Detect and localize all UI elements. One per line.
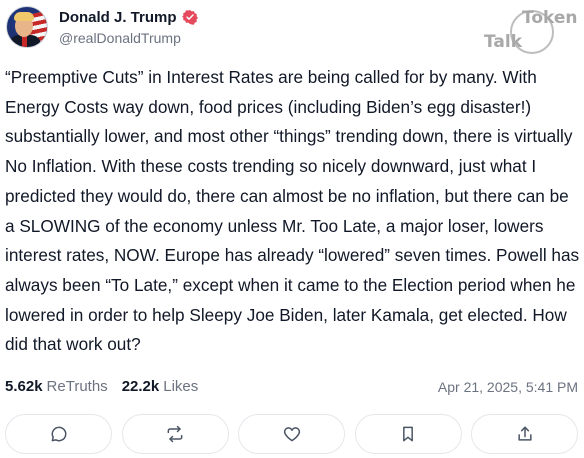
watermark-talk-text: Talk	[484, 32, 523, 52]
author-display-name[interactable]: Donald J. Trump	[59, 9, 177, 26]
heart-icon	[283, 427, 300, 442]
tokentalk-watermark: Token Talk	[482, 8, 580, 56]
author-names: Donald J. Trump @realDonaldTrump	[59, 9, 198, 46]
likes-count[interactable]: 22.2k	[122, 378, 160, 395]
retruths-label[interactable]: ReTruths	[47, 378, 108, 395]
avatar[interactable]	[6, 6, 48, 48]
post-timestamp[interactable]: Apr 21, 2025, 5:41 PM	[438, 379, 578, 395]
watermark-token-text: Token	[522, 8, 578, 28]
reply-button[interactable]	[5, 414, 112, 454]
comment-icon	[51, 426, 66, 442]
post-actions	[5, 414, 578, 454]
bookmark-button[interactable]	[354, 414, 462, 454]
like-button[interactable]	[238, 414, 345, 454]
author-handle[interactable]: @realDonaldTrump	[59, 30, 198, 46]
post-header: Donald J. Trump @realDonaldTrump	[6, 6, 198, 48]
retruths-count[interactable]: 5.62k	[5, 378, 43, 395]
bookmark-icon	[403, 426, 413, 442]
post-body: “Preemptive Cuts” in Interest Rates are …	[5, 67, 580, 355]
retruth-button[interactable]	[121, 414, 229, 454]
share-button[interactable]	[471, 414, 578, 454]
repost-icon	[167, 425, 183, 443]
verified-badge-icon	[181, 10, 198, 25]
share-icon	[517, 426, 532, 441]
likes-label[interactable]: Likes	[163, 378, 198, 395]
post-stats: 5.62k ReTruths 22.2k Likes Apr 21, 2025,…	[5, 378, 578, 395]
